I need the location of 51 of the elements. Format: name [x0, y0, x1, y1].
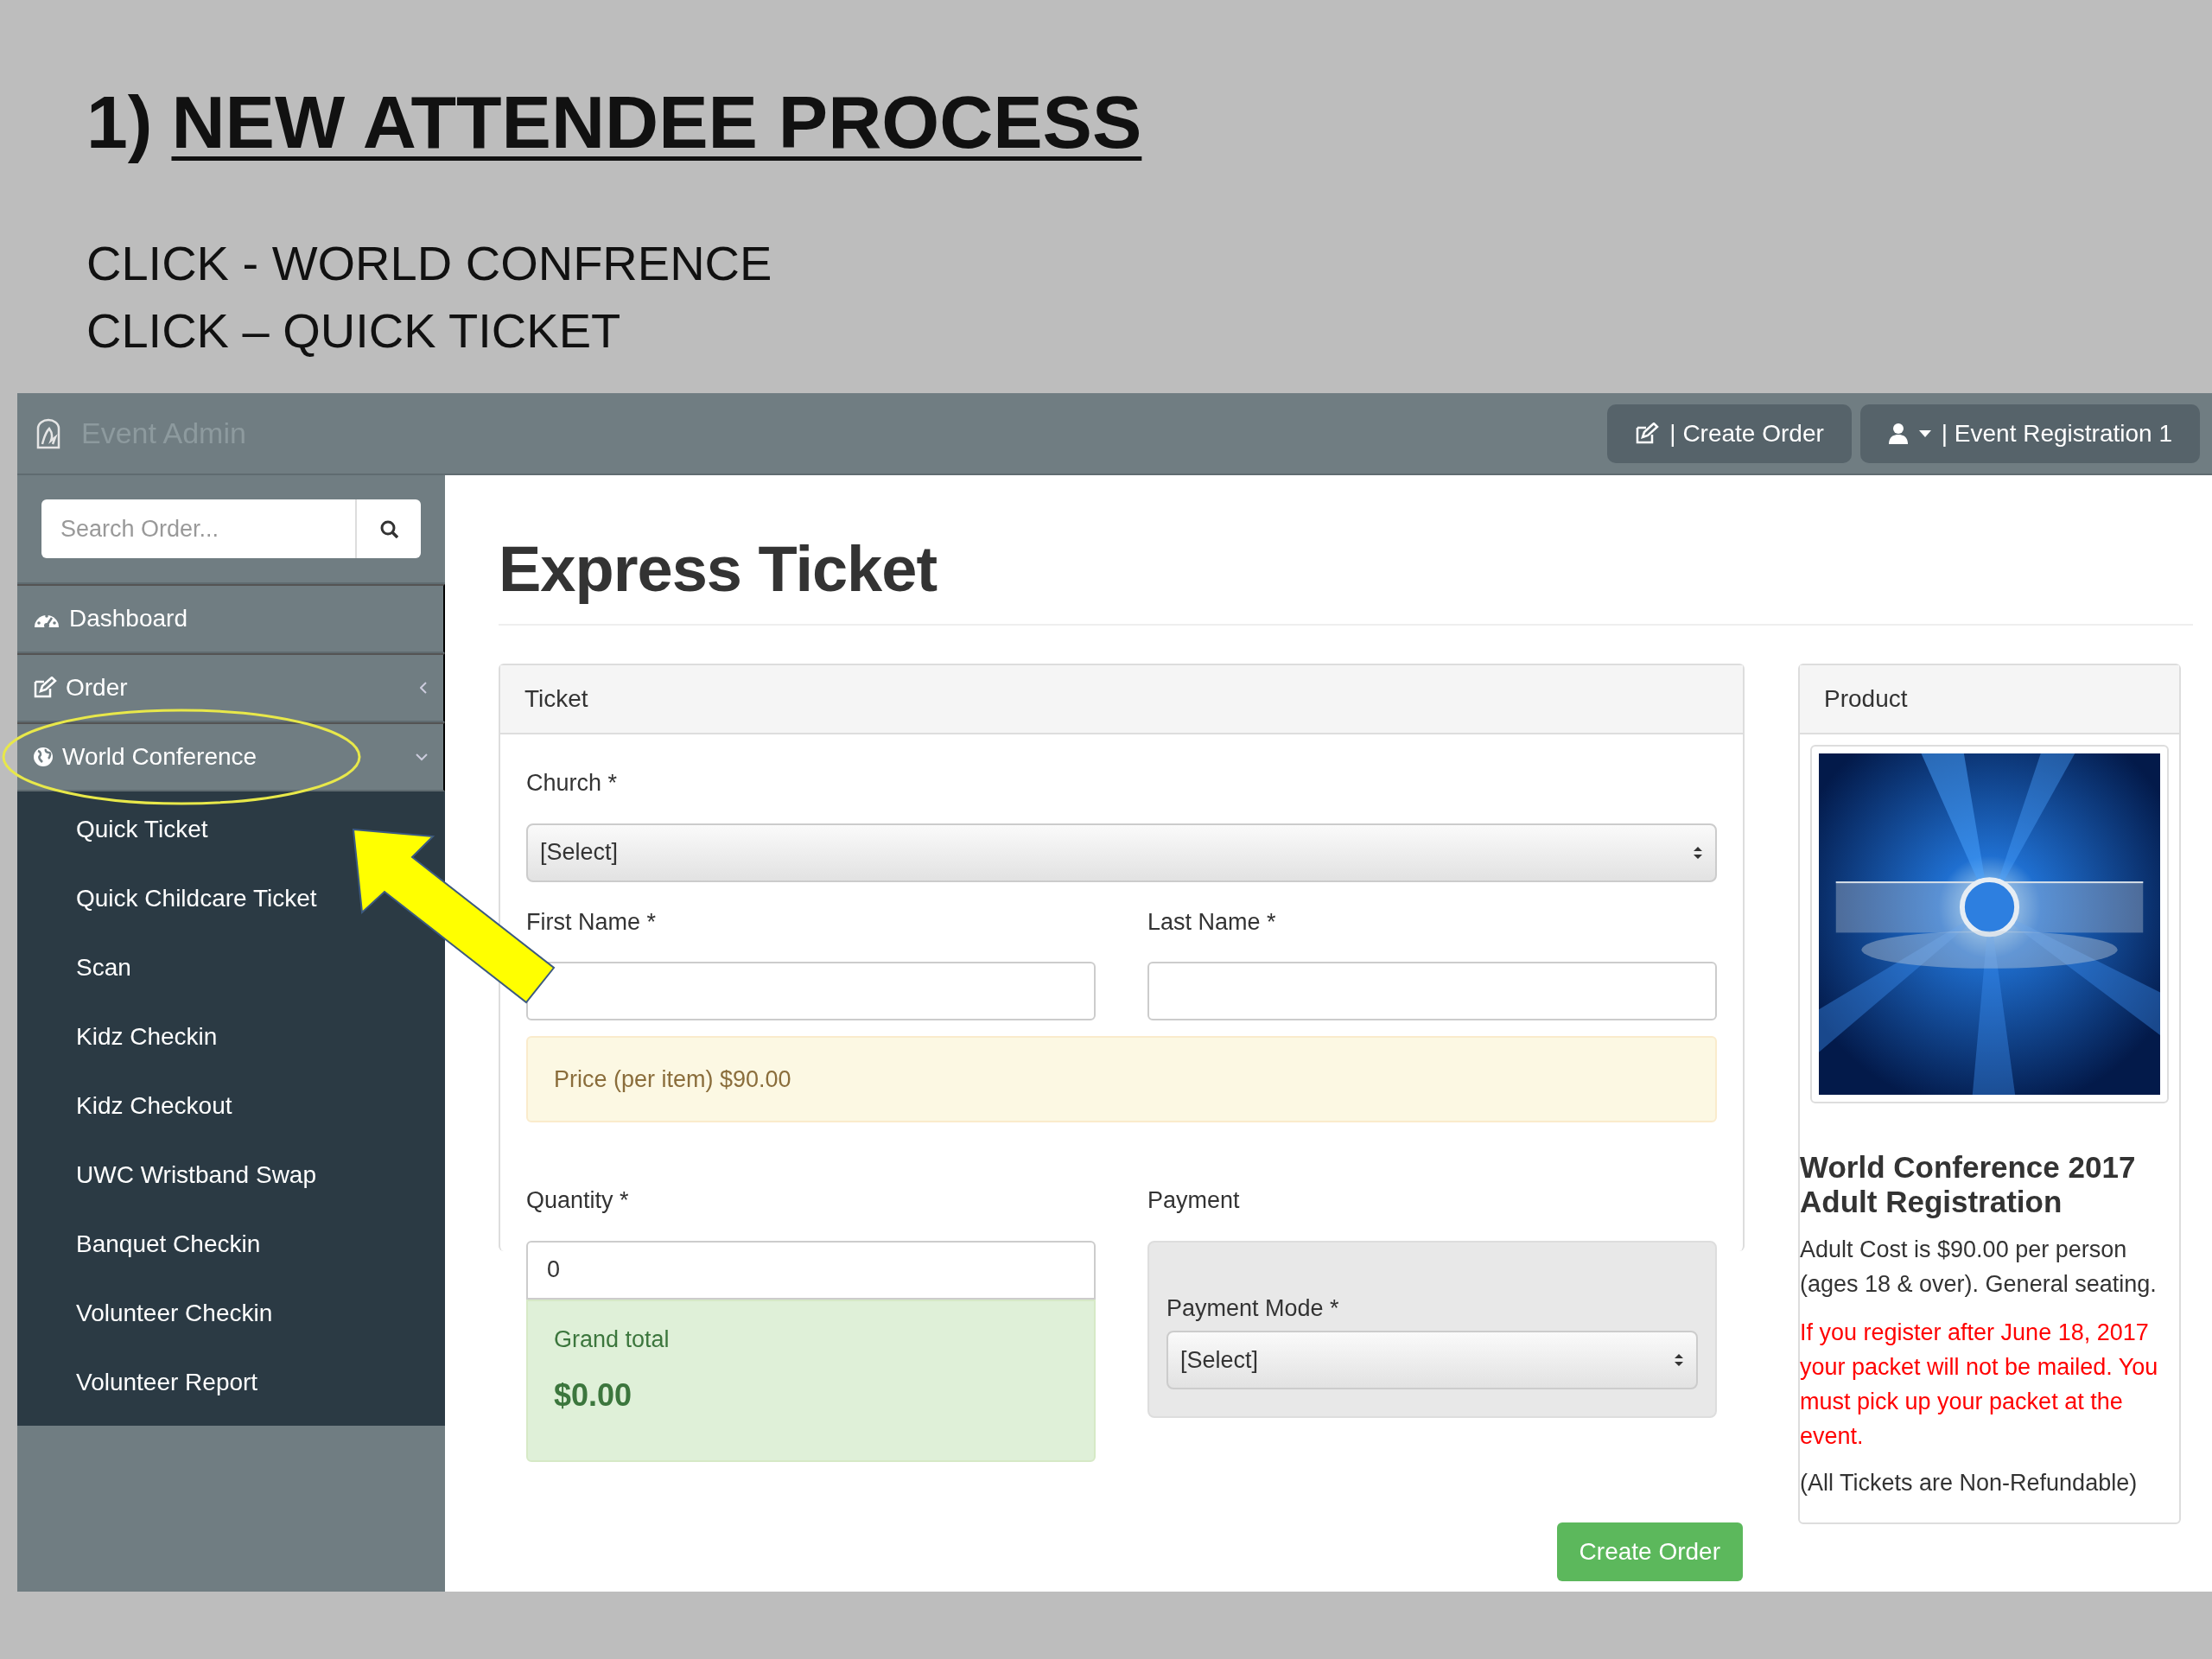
menu-item[interactable]: Order	[17, 653, 445, 722]
panel-header: Ticket	[500, 665, 1743, 734]
chevron-left-icon	[420, 682, 428, 694]
search-field[interactable]: Search Order...	[41, 499, 355, 558]
edit-icon	[33, 677, 57, 699]
user-icon	[1887, 422, 1909, 445]
updown-arrows-icon	[1674, 1353, 1684, 1367]
instruction-text: CLICK – QUICK TICKET	[86, 302, 622, 359]
total-label: Grand total	[554, 1325, 671, 1354]
submenu-item[interactable]: Kidz Checkin	[76, 1002, 218, 1071]
panel-header: Product	[1800, 665, 2179, 734]
create-order-button[interactable]: | Create Order	[1607, 404, 1852, 463]
submenu-item[interactable]: UWC Wristband Swap	[76, 1141, 316, 1210]
refund-note: (All Tickets are Non-Refundable)	[1800, 1468, 2139, 1497]
search-button[interactable]	[355, 499, 421, 558]
instruction-text: CLICK - WORLD CONFRENCE	[86, 234, 773, 292]
logo-icon	[35, 417, 62, 449]
edit-icon	[1635, 422, 1660, 445]
field-label: Church *	[526, 769, 619, 798]
payment-select[interactable]: [Select]	[1166, 1331, 1698, 1389]
submenu-item[interactable]: Quick Ticket	[76, 795, 208, 864]
chevron-down-icon	[416, 753, 428, 761]
slide-number: 1)	[86, 79, 153, 165]
account-button[interactable]: | Event Registration 1	[1859, 404, 2200, 463]
slide-title: NEW ATTENDEE PROCESS	[171, 79, 1142, 165]
input-field[interactable]	[1147, 962, 1717, 1020]
section-label: Payment	[1147, 1186, 1241, 1215]
total-amount: $0.00	[554, 1376, 633, 1414]
product-name: World Conference 2017 Adult Registration	[1800, 1149, 2137, 1220]
search-icon	[379, 519, 398, 538]
quantity-field[interactable]: 0	[526, 1240, 1096, 1300]
field-label: Payment Mode *	[1166, 1294, 1340, 1323]
submenu-item[interactable]: Banquet Checkin	[76, 1210, 261, 1279]
menu-item[interactable]: Dashboard	[17, 584, 445, 653]
globe-icon	[33, 747, 54, 767]
submenu-item[interactable]: Quick Childcare Ticket	[76, 864, 317, 933]
updown-arrows-icon	[1693, 845, 1703, 860]
price-note: Price (per item) $90.00	[526, 1036, 1717, 1122]
field-label: Quantity *	[526, 1186, 630, 1215]
input-field[interactable]	[526, 962, 1096, 1020]
submenu-item[interactable]: Scan	[76, 933, 131, 1002]
submenu-item[interactable]: Volunteer Report	[76, 1348, 258, 1417]
submenu-item[interactable]: Kidz Checkout	[76, 1071, 232, 1141]
caret-icon	[1918, 429, 1931, 437]
product-description: Adult Cost is $90.00 per person (ages 18 & over). General seating.	[1800, 1235, 2158, 1299]
page-title: Express Ticket	[499, 529, 2193, 626]
submenu-item[interactable]: Volunteer Checkin	[76, 1279, 273, 1348]
warning-text: If you register after June 18, 2017 your packet will not be mailed. You must pick up your packet at the event.	[1800, 1318, 2159, 1451]
church-select[interactable]: [Select]	[526, 823, 1717, 882]
field-label: Last Name *	[1147, 907, 1277, 937]
field-label: First Name *	[526, 907, 658, 937]
